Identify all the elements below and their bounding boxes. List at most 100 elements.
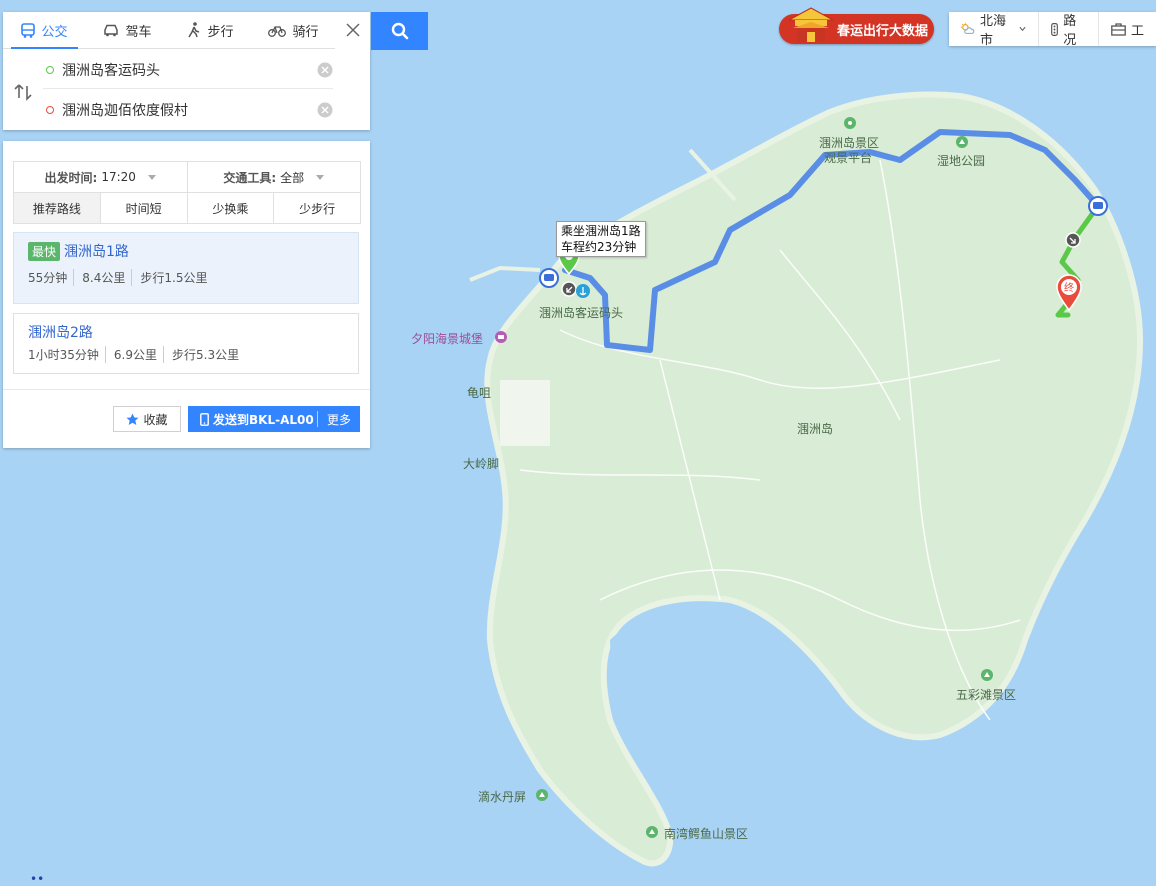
favorite-label: 收藏 [143, 412, 168, 427]
favorite-button[interactable]: 收藏 [113, 406, 181, 432]
tab-walk-label: 步行 [207, 24, 234, 40]
depart-time-select[interactable]: 出发时间: 17:20 [14, 162, 187, 192]
destination-input[interactable]: 涠洲岛迦佰侬度假村 [62, 100, 317, 120]
search-box: 公交 驾车 步行 骑行 涠洲岛客运码头 涠洲岛迦佰侬度假村 [3, 12, 370, 130]
tab-bike-label: 骑行 [292, 24, 319, 40]
route-duration: 1小时35分钟 [28, 348, 99, 362]
destination-dot-icon [46, 106, 54, 114]
map-label-nanwan: 南湾鳄鱼山景区 [664, 827, 749, 841]
map-label-guizui: 龟咀 [467, 386, 492, 400]
poi-park-icon [956, 136, 968, 148]
tab-bus-label: 公交 [41, 24, 68, 40]
festival-label: 春运出行大数据 [837, 23, 929, 39]
chevron-down-icon [316, 174, 325, 180]
bike-icon [268, 25, 287, 37]
traffic-light-icon [1051, 22, 1059, 36]
city-selector[interactable]: 北海市 [949, 12, 1038, 48]
sort-tab-shortest-time[interactable]: 时间短 [99, 193, 187, 223]
walk-icon [188, 22, 200, 38]
route-option[interactable]: 涠洲岛2路 1小时35分钟 6.9公里 步行5.3公里 [13, 313, 359, 374]
filter-table: 出发时间: 17:20 交通工具: 全部 推荐路线 时间短 少换乘 少步行 [13, 161, 361, 224]
tab-bus[interactable]: 公交 [3, 12, 86, 49]
route-walk: 步行5.3公里 [163, 346, 239, 363]
more-button[interactable]: 更多 [318, 411, 360, 428]
toolbox-icon [1111, 22, 1126, 36]
route-title: 涠洲岛2路 [28, 322, 93, 342]
map-label-island: 涠洲岛 [797, 422, 834, 436]
turn-arrow-icon [561, 281, 577, 297]
route-distance: 8.4公里 [73, 269, 125, 286]
chevron-down-icon [1019, 26, 1026, 32]
route-walk: 步行1.5公里 [131, 269, 207, 286]
tab-car[interactable]: 驾车 [86, 12, 169, 48]
divider [3, 389, 370, 390]
poi-nanwan-icon [646, 826, 658, 838]
send-main[interactable]: 发送到BKL-AL00 [188, 411, 317, 428]
route-name: 涠洲岛2路 [28, 325, 93, 341]
toolbox-button[interactable]: 工 [1097, 12, 1156, 46]
poi-scenic-icon [844, 117, 856, 129]
fastest-badge: 最快 [28, 241, 61, 261]
traffic-button[interactable]: 路况 [1038, 12, 1098, 48]
origin-input[interactable]: 涠洲岛客运码头 [62, 60, 317, 80]
sort-tabs: 推荐路线 时间短 少换乘 少步行 [14, 193, 360, 223]
route-distance: 6.9公里 [104, 346, 157, 363]
turn-arrow-icon [1065, 232, 1081, 248]
map-label-castle: 夕阳海景城堡 [411, 332, 484, 346]
vehicle-select[interactable]: 交通工具: 全部 [186, 162, 361, 192]
map-label-wetland-park: 湿地公园 [937, 154, 986, 168]
vehicle-value: 全部 [280, 170, 305, 185]
route-panel: 出发时间: 17:20 交通工具: 全部 推荐路线 时间短 少换乘 少步行 最快… [3, 141, 370, 448]
search-icon [391, 22, 408, 40]
clear-origin-icon[interactable] [317, 62, 333, 78]
map-label-viewing-platform: 观景平台 [824, 151, 873, 165]
tab-car-label: 驾车 [125, 24, 152, 40]
close-icon [345, 23, 360, 37]
map-label-wucaitan: 五彩滩景区 [956, 688, 1017, 702]
clear-destination-icon[interactable] [317, 102, 333, 118]
destination-field[interactable]: 涠洲岛迦佰侬度假村 [43, 92, 333, 128]
poi-castle-icon [495, 331, 507, 343]
send-label: 发送到BKL-AL00 [213, 412, 314, 427]
route-meta: 1小时35分钟 6.9公里 步行5.3公里 [28, 346, 239, 363]
bus-stop-icon[interactable] [539, 268, 559, 288]
bus-icon [21, 22, 36, 38]
vehicle-label: 交通工具: [223, 170, 277, 185]
route-option[interactable]: 最快 涠洲岛1路 55分钟 8.4公里 步行1.5公里 [13, 232, 359, 304]
car-icon [104, 24, 119, 36]
sort-tab-less-walking[interactable]: 少步行 [273, 193, 360, 223]
sort-tab-fewer-transfers[interactable]: 少换乘 [186, 193, 274, 223]
weather-icon [961, 22, 975, 34]
map-label-pier: 涠洲岛客运码头 [539, 306, 624, 320]
traffic-label: 路况 [1063, 14, 1077, 48]
festival-banner[interactable]: 春运出行大数据 [779, 7, 934, 44]
search-button[interactable] [371, 12, 428, 50]
swap-icon[interactable] [13, 82, 33, 102]
origin-field[interactable]: 涠洲岛客运码头 [43, 52, 333, 89]
poi-dishuidanping-icon [536, 789, 548, 801]
filter-row: 出发时间: 17:20 交通工具: 全部 [14, 162, 360, 193]
tab-walk[interactable]: 步行 [169, 12, 252, 48]
poi-wucaitan-icon [981, 669, 993, 681]
route-duration: 55分钟 [28, 271, 68, 285]
star-icon [126, 413, 139, 425]
anchor-icon [576, 284, 590, 298]
origin-dot-icon [46, 66, 54, 74]
map-logo-icon: •• [30, 872, 45, 886]
toolbox-label: 工 [1130, 23, 1144, 39]
field [500, 380, 550, 446]
tab-bike[interactable]: 骑行 [252, 12, 335, 48]
chevron-down-icon [147, 174, 156, 180]
close-button[interactable] [335, 12, 370, 48]
send-to-phone-button[interactable]: 发送到BKL-AL00 更多 [188, 406, 360, 432]
temple-icon [788, 7, 834, 42]
phone-icon [200, 412, 209, 426]
map-label-dishuidanping: 滴水丹屏 [478, 790, 527, 804]
top-toolbar: 北海市 路况 工 [949, 12, 1156, 48]
route-name: 涠洲岛1路 [64, 244, 129, 260]
route-title: 最快 涠洲岛1路 [28, 241, 129, 261]
map-label-dalingjiao: 大岭脚 [463, 457, 500, 471]
depart-value: 17:20 [101, 170, 136, 184]
bus-stop-icon[interactable] [1088, 196, 1108, 216]
sort-tab-recommended[interactable]: 推荐路线 [14, 193, 100, 223]
